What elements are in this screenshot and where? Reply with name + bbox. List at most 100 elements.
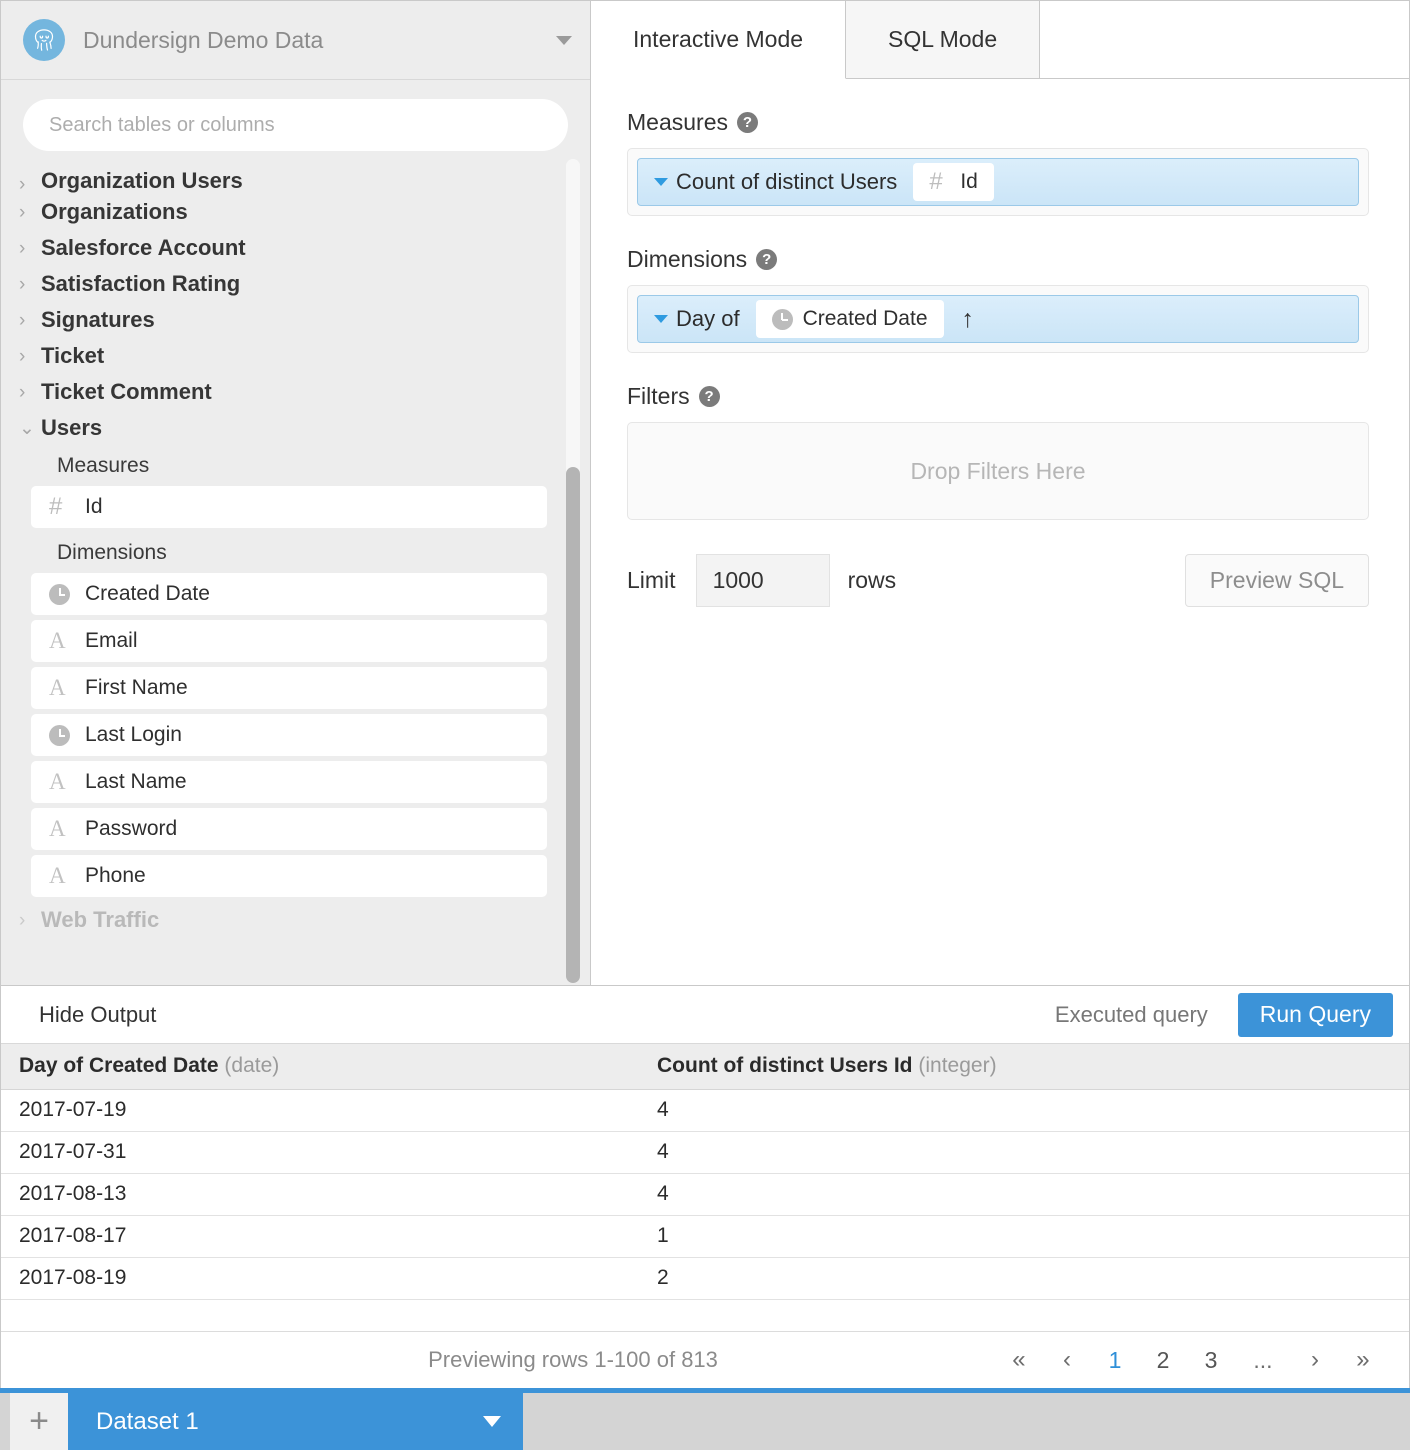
hash-icon: #: [49, 493, 63, 520]
plus-icon: +: [29, 1402, 49, 1440]
caret-down-icon[interactable]: [654, 315, 668, 323]
limit-row: Limit rows Preview SQL: [627, 554, 1369, 607]
chevron-right-icon: ›: [19, 201, 26, 223]
tree-item-ticket-comment[interactable]: › Ticket Comment: [1, 374, 590, 410]
dataset-tab-1[interactable]: Dataset 1: [68, 1393, 523, 1450]
field-label: Created Date: [85, 582, 210, 605]
tree-item-web-traffic[interactable]: › Web Traffic: [1, 902, 590, 938]
tree-item-salesforce-account[interactable]: › Salesforce Account: [1, 230, 590, 266]
dataset-tab-label: Dataset 1: [96, 1407, 199, 1435]
field-label: Password: [85, 817, 178, 840]
chevron-right-icon: ›: [19, 237, 26, 259]
field-label: Email: [85, 629, 138, 652]
pagination-prev[interactable]: ‹: [1043, 1346, 1091, 1374]
column-type: (date): [224, 1054, 280, 1078]
caret-down-icon[interactable]: [556, 35, 572, 45]
text-icon: A: [49, 675, 66, 700]
clock-icon: [771, 308, 803, 330]
preview-sql-button[interactable]: Preview SQL: [1184, 554, 1369, 607]
pagination-page-2[interactable]: 2: [1139, 1347, 1187, 1374]
tree-item-organization-users[interactable]: › Organization Users: [1, 167, 590, 194]
results-table: Day of Created Date (date) Count of dist…: [1, 1044, 1409, 1300]
chevron-right-icon: ›: [19, 309, 26, 331]
output-panel: Hide Output Executed query Run Query Day…: [0, 985, 1410, 1388]
clock-icon: [49, 724, 85, 746]
text-icon: A: [49, 628, 66, 653]
search-container: [1, 80, 590, 167]
tab-interactive-mode[interactable]: Interactive Mode: [591, 1, 847, 79]
field-label: First Name: [85, 676, 188, 699]
tree-item-satisfaction-rating[interactable]: › Satisfaction Rating: [1, 266, 590, 302]
output-toolbar: Hide Output Executed query Run Query: [1, 986, 1409, 1044]
tree-item-users[interactable]: ⌄ Users: [1, 410, 590, 446]
sort-ascending-icon[interactable]: ↑: [962, 306, 975, 332]
table-header-row: Day of Created Date (date) Count of dist…: [1, 1044, 1409, 1090]
caret-down-icon[interactable]: [483, 1416, 501, 1427]
cell-count: 4: [639, 1131, 1409, 1174]
postgresql-elephant-icon: [23, 19, 65, 61]
query-body: Measures ? Count of distinct Users # Id: [591, 79, 1409, 607]
measures-dropzone[interactable]: Count of distinct Users # Id: [627, 148, 1369, 216]
mode-tabs: Interactive Mode SQL Mode: [591, 1, 1409, 79]
pagination-page-3[interactable]: 3: [1187, 1347, 1235, 1374]
question-mark-icon[interactable]: ?: [698, 386, 720, 407]
pagination-next[interactable]: ›: [1291, 1346, 1339, 1374]
tree-item-signatures[interactable]: › Signatures: [1, 302, 590, 338]
measures-section-label: Measures ?: [627, 109, 1369, 136]
text-icon: A: [49, 816, 66, 841]
question-mark-icon[interactable]: ?: [756, 249, 778, 270]
sidebar-scrollbar-thumb[interactable]: [566, 467, 580, 983]
field-label: Last Login: [85, 723, 182, 746]
measure-field-pill[interactable]: # Id: [913, 163, 994, 201]
query-builder-app: Dundersign Demo Data › Organization User…: [0, 0, 1410, 1450]
hash-icon: #: [929, 168, 943, 195]
caret-down-icon[interactable]: [654, 178, 668, 186]
pagination-ellipsis: ...: [1253, 1346, 1273, 1373]
cell-date: 2017-07-31: [1, 1131, 639, 1174]
field-item-last-login[interactable]: Last Login: [31, 714, 547, 756]
run-query-button[interactable]: Run Query: [1237, 992, 1393, 1037]
table-row: 2017-07-19 4: [1, 1089, 1409, 1132]
filters-placeholder: Drop Filters Here: [910, 457, 1086, 484]
dimensions-dropzone[interactable]: Day of Created Date ↑: [627, 285, 1369, 353]
tab-sql-mode[interactable]: SQL Mode: [846, 1, 1041, 78]
pagination-bar: Previewing rows 1-100 of 813 « ‹ 1 2 3 .…: [1, 1331, 1409, 1388]
cell-count: 4: [639, 1173, 1409, 1216]
tree-item-label: Organization Users: [41, 168, 243, 193]
cell-count: 2: [639, 1257, 1409, 1300]
column-header-count-of-distinct-users-id[interactable]: Count of distinct Users Id (integer): [639, 1044, 1409, 1090]
tree-item-organizations[interactable]: › Organizations: [1, 194, 590, 230]
field-item-created-date[interactable]: Created Date: [31, 573, 547, 615]
measure-chip-count-distinct-users-id[interactable]: Count of distinct Users # Id: [637, 158, 1359, 206]
dimension-chip-day-of-created-date[interactable]: Day of Created Date ↑: [637, 295, 1359, 343]
text-icon: A: [49, 769, 66, 794]
field-item-password[interactable]: A Password: [31, 808, 547, 850]
tree-item-label: Salesforce Account: [41, 235, 246, 260]
tree-item-label: Web Traffic: [41, 907, 160, 932]
dimension-field-pill[interactable]: Created Date: [755, 300, 944, 338]
database-selector[interactable]: Dundersign Demo Data: [1, 1, 590, 80]
pagination-last[interactable]: »: [1339, 1346, 1387, 1374]
field-item-phone[interactable]: A Phone: [31, 855, 547, 897]
cell-date: 2017-08-13: [1, 1173, 639, 1216]
field-label: Id: [85, 495, 103, 518]
column-header-day-of-created-date[interactable]: Day of Created Date (date): [1, 1044, 639, 1090]
filters-dropzone[interactable]: Drop Filters Here: [627, 422, 1369, 520]
field-item-last-name[interactable]: A Last Name: [31, 761, 547, 803]
pagination-controls: « ‹ 1 2 3 ... › »: [995, 1346, 1409, 1374]
field-item-first-name[interactable]: A First Name: [31, 667, 547, 709]
search-input[interactable]: [23, 99, 568, 151]
limit-input[interactable]: [695, 554, 830, 607]
tree-item-ticket[interactable]: › Ticket: [1, 338, 590, 374]
pagination-page-1[interactable]: 1: [1091, 1347, 1139, 1374]
field-item-email[interactable]: A Email: [31, 620, 547, 662]
question-mark-icon[interactable]: ?: [736, 112, 758, 133]
pagination-first[interactable]: «: [995, 1346, 1043, 1374]
add-dataset-button[interactable]: +: [10, 1393, 68, 1450]
chevron-down-icon: ⌄: [19, 417, 35, 439]
hide-output-button[interactable]: Hide Output: [39, 1002, 156, 1028]
dataset-tabs: + Dataset 1: [10, 1393, 523, 1450]
filters-section-label: Filters ?: [627, 383, 1369, 410]
table-row: 2017-08-17 1: [1, 1215, 1409, 1258]
field-item-id[interactable]: # Id: [31, 486, 547, 528]
